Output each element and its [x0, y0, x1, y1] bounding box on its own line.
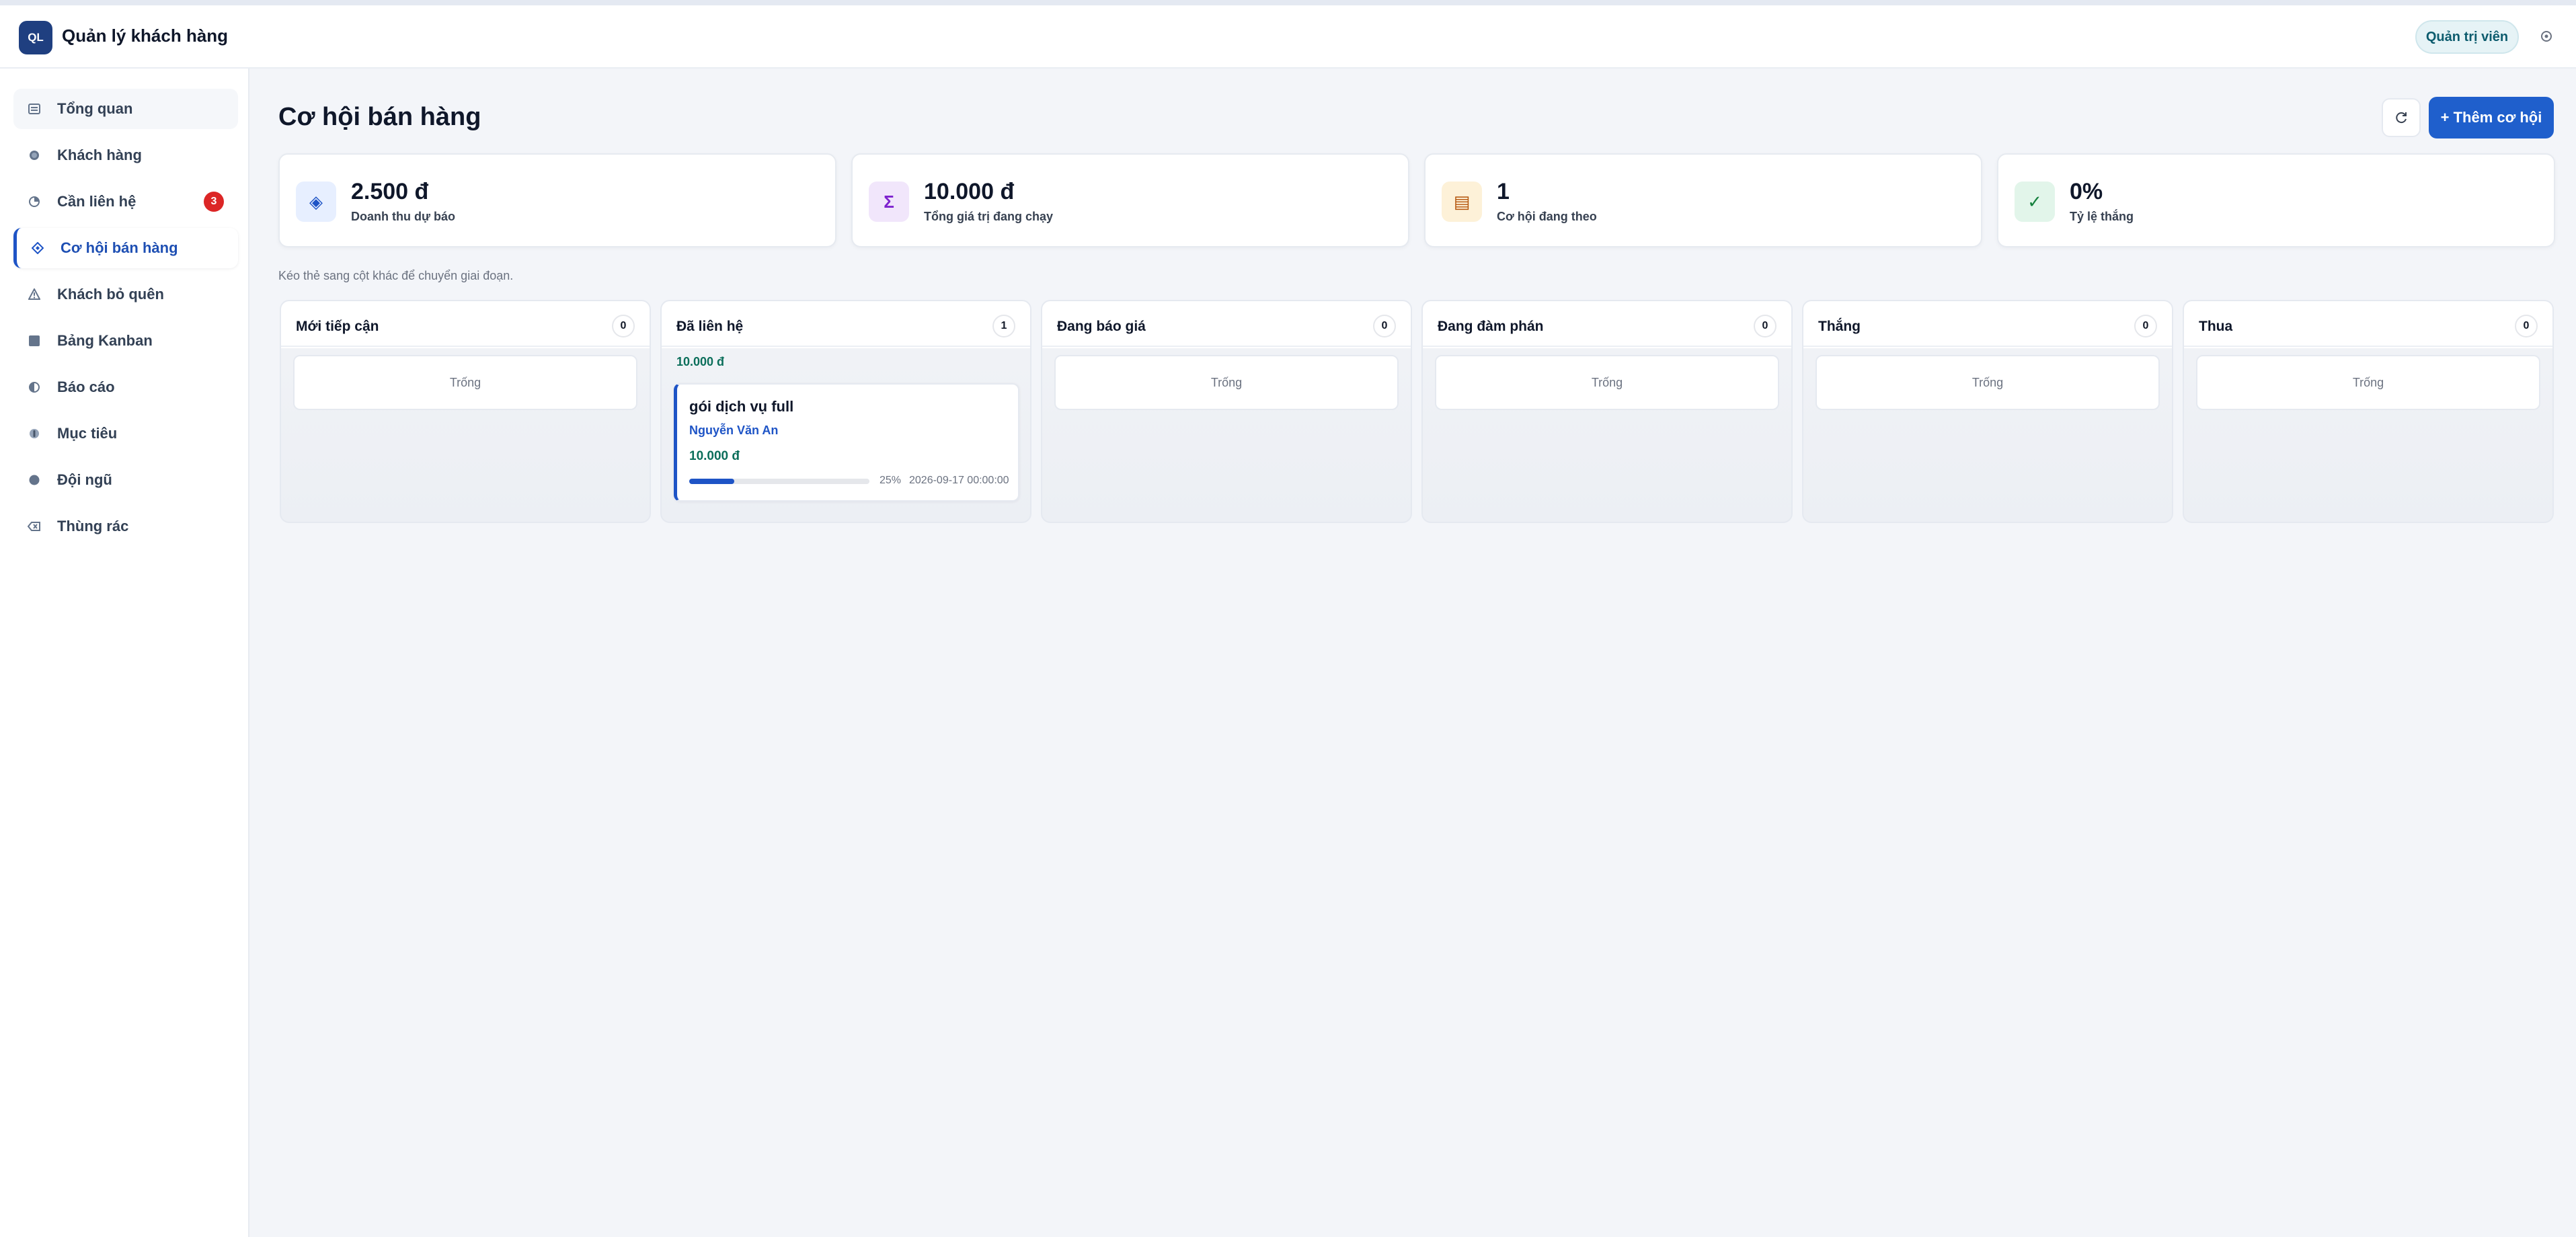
team-icon: [27, 473, 42, 487]
top-strip: [0, 0, 2576, 5]
stat-card-active-count: ▤ 1 Cơ hội đang theo: [1424, 153, 1982, 247]
empty-placeholder: Trống: [2196, 355, 2540, 410]
kanban-column-lost[interactable]: Thua 0 Trống: [2183, 300, 2554, 523]
stat-label: Tỷ lệ thắng: [2070, 210, 2134, 223]
column-divider: [2184, 346, 2552, 347]
empty-placeholder: Trống: [1816, 355, 2160, 410]
deal-value: 10.000 đ: [689, 449, 740, 463]
column-divider: [662, 346, 1030, 347]
customers-icon: [27, 148, 42, 163]
warning-icon: [27, 287, 42, 302]
column-title: Đã liên hệ: [676, 319, 744, 334]
sidebar-item-label: Cơ hội bán hàng: [61, 239, 178, 256]
forecast-icon: ◈: [296, 182, 336, 222]
app-logo[interactable]: QL: [19, 21, 52, 54]
column-divider: [281, 346, 650, 347]
kanban-hint: Kéo thẻ sang cột khác để chuyển giai đoạ…: [278, 269, 514, 282]
refresh-button[interactable]: [2382, 98, 2421, 137]
stat-value: 10.000 đ: [924, 179, 1015, 204]
add-opportunity-button[interactable]: + Thêm cơ hội: [2429, 97, 2554, 138]
sidebar-item-label: Đội ngũ: [57, 471, 112, 488]
stat-card-win-rate: ✓ 0% Tỷ lệ thắng: [1997, 153, 2555, 247]
kanban-column-negotiating[interactable]: Đang đàm phán 0 Trống: [1421, 300, 1793, 523]
kanban-column-won[interactable]: Thắng 0 Trống: [1802, 300, 2173, 523]
target-icon: [27, 426, 42, 441]
stat-label: Tổng giá trị đang chạy: [924, 210, 1054, 223]
sidebar-item-opportunities[interactable]: Cơ hội bán hàng: [13, 228, 238, 268]
sidebar-item-team[interactable]: Đội ngũ: [13, 460, 238, 500]
column-count: 1: [992, 315, 1015, 337]
empty-placeholder: Trống: [293, 355, 637, 410]
check-icon: ✓: [2015, 182, 2055, 222]
deal-customer-link[interactable]: Nguyễn Văn An: [689, 424, 778, 438]
sidebar-item-overview[interactable]: Tổng quan: [13, 89, 238, 129]
column-count: 0: [2515, 315, 2538, 337]
sidebar-item-label: Khách bỏ quên: [57, 286, 164, 303]
sidebar-item-label: Thùng rác: [57, 518, 129, 534]
diamond-icon: [30, 241, 45, 255]
kanban-column-quoting[interactable]: Đang báo giá 0 Trống: [1041, 300, 1412, 523]
stat-value: 2.500 đ: [351, 179, 429, 204]
sidebar-item-label: Mục tiêu: [57, 425, 118, 442]
sidebar-item-label: Bảng Kanban: [57, 332, 153, 349]
sidebar-item-neglected[interactable]: Khách bỏ quên: [13, 274, 238, 315]
kanban-column-new[interactable]: Mới tiếp cận 0 Trống: [280, 300, 651, 523]
empty-placeholder: Trống: [1435, 355, 1779, 410]
deal-card[interactable]: gói dịch vụ full Nguyễn Văn An 10.000 đ …: [674, 383, 1019, 502]
sidebar-item-kanban[interactable]: Bảng Kanban: [13, 321, 238, 361]
stat-value: 1: [1497, 179, 1510, 204]
deal-title: gói dịch vụ full: [689, 398, 794, 415]
column-title: Thắng: [1818, 319, 1861, 334]
sidebar-item-reports[interactable]: Báo cáo: [13, 367, 238, 407]
sidebar-item-label: Báo cáo: [57, 378, 115, 395]
deal-probability: 25%: [880, 475, 902, 486]
sidebar-item-goals[interactable]: Mục tiêu: [13, 413, 238, 454]
stat-card-total-value: Σ 10.000 đ Tổng giá trị đang chạy: [851, 153, 1409, 247]
clock-icon: [27, 194, 42, 209]
app-header: QL Quản lý khách hàng Quản trị viên: [0, 5, 2576, 69]
column-total: 10.000 đ: [676, 355, 725, 368]
sidebar: Tổng quan Khách hàng Cần liên hệ 3 Cơ hộ…: [0, 69, 249, 1237]
report-icon: [27, 380, 42, 395]
sidebar-item-trash[interactable]: Thùng rác: [13, 506, 238, 547]
sigma-icon: Σ: [869, 182, 909, 222]
stat-label: Doanh thu dự báo: [351, 210, 456, 223]
dashboard-icon: [27, 102, 42, 116]
column-title: Mới tiếp cận: [296, 319, 379, 334]
role-badge[interactable]: Quản trị viên: [2415, 20, 2519, 54]
column-count: 0: [612, 315, 635, 337]
column-title: Đang đàm phán: [1438, 319, 1544, 334]
sidebar-item-contact[interactable]: Cần liên hệ 3: [13, 182, 238, 222]
settings-icon[interactable]: [2536, 26, 2557, 46]
sidebar-item-label: Cần liên hệ: [57, 193, 136, 210]
refresh-icon: [2396, 112, 2407, 124]
app-title: Quản lý khách hàng: [62, 26, 229, 46]
page-title: Cơ hội bán hàng: [278, 103, 481, 131]
stat-card-forecast: ◈ 2.500 đ Doanh thu dự báo: [278, 153, 836, 247]
kanban-column-contacted[interactable]: Đã liên hệ 1 10.000 đ gói dịch vụ full N…: [660, 300, 1031, 523]
column-count: 0: [2134, 315, 2157, 337]
empty-placeholder: Trống: [1054, 355, 1399, 410]
stat-label: Cơ hội đang theo: [1497, 210, 1597, 223]
column-title: Đang báo giá: [1057, 319, 1146, 334]
column-divider: [1803, 346, 2172, 347]
column-divider: [1042, 346, 1411, 347]
sidebar-item-label: Khách hàng: [57, 147, 142, 163]
contact-count-badge: 3: [204, 192, 224, 212]
column-divider: [1423, 346, 1791, 347]
list-icon: ▤: [1442, 182, 1482, 222]
sidebar-item-customers[interactable]: Khách hàng: [13, 135, 238, 175]
column-count: 0: [1754, 315, 1777, 337]
column-count: 0: [1373, 315, 1396, 337]
deal-progress-fill: [689, 479, 734, 484]
stat-value: 0%: [2070, 179, 2103, 204]
sidebar-item-label: Tổng quan: [57, 100, 133, 117]
deal-progress-bar: [689, 479, 869, 484]
column-title: Thua: [2199, 319, 2233, 334]
kanban-icon: [27, 333, 42, 348]
trash-icon: [27, 519, 42, 534]
deal-close-date: 2026-09-17 00:00:00: [909, 475, 1009, 486]
